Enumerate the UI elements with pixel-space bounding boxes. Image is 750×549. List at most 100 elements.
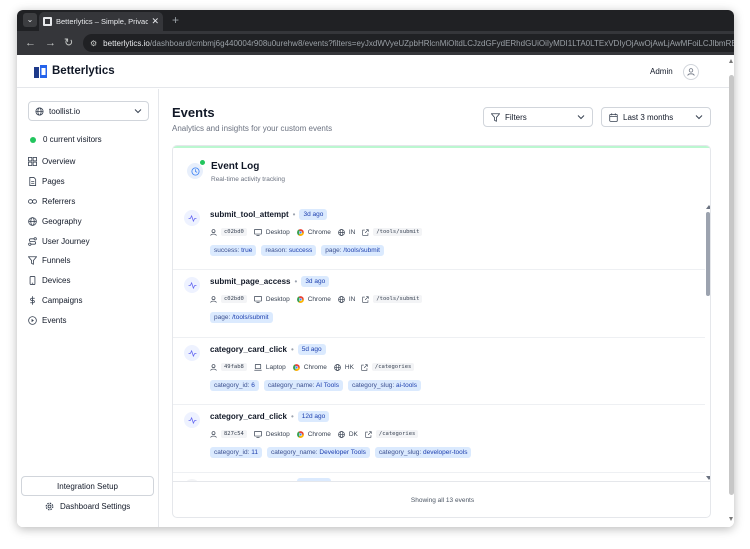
- filters-button[interactable]: Filters: [483, 107, 593, 127]
- address-bar: ← → ↻ ⚙ betterlytics.io/dashboard/cmbmj6…: [17, 31, 734, 55]
- sidebar-item-pages[interactable]: Pages: [28, 172, 149, 192]
- betterlytics-logo-icon[interactable]: [34, 65, 47, 78]
- dashboard-settings-label: Dashboard Settings: [60, 502, 131, 511]
- sidebar-item-devices[interactable]: Devices: [28, 271, 149, 291]
- site-selector[interactable]: toollist.io: [28, 101, 149, 121]
- event-tag: category_name: AI Tools: [263, 380, 343, 391]
- external-link-icon: [362, 228, 369, 236]
- event-tag: category_slug: developer-tools: [374, 447, 472, 458]
- scroll-down-arrow[interactable]: [706, 476, 710, 480]
- chevron-down-icon: [695, 115, 703, 120]
- page-scroll-up-arrow[interactable]: [729, 59, 733, 63]
- brand-name[interactable]: Betterlytics: [52, 65, 115, 77]
- tag-key: category_name:: [267, 382, 315, 389]
- event-row[interactable]: category_card_click • 5d ago 49fab8 Lapt…: [173, 338, 705, 405]
- sidebar-item-campaigns[interactable]: Campaigns: [28, 291, 149, 311]
- event-row[interactable]: category_card_click • 12d ago 827c54 Des…: [173, 405, 705, 473]
- page-scrollbar[interactable]: [729, 55, 734, 527]
- event-path[interactable]: /tools/submit: [362, 228, 423, 236]
- sidebar-item-events[interactable]: Events: [28, 310, 149, 330]
- event-path[interactable]: /tools/submit: [362, 295, 423, 303]
- tag-key: category_name:: [270, 449, 318, 456]
- tag-key: category_id:: [214, 382, 250, 389]
- tag-key: page:: [214, 314, 231, 321]
- user-name: Admin: [650, 67, 673, 76]
- integration-setup-button[interactable]: Integration Setup: [21, 476, 154, 496]
- event-country: HK: [334, 364, 354, 371]
- browser-label: Chrome: [307, 228, 331, 236]
- event-device: Desktop: [254, 229, 290, 236]
- page-subtitle: Analytics and insights for your custom e…: [172, 124, 333, 133]
- browser-tab[interactable]: Betterlytics – Simple, Privacy-Fr ✕: [39, 12, 163, 31]
- forward-icon[interactable]: →: [45, 36, 56, 50]
- filters-label: Filters: [505, 112, 527, 122]
- tag-key: success:: [214, 247, 240, 254]
- event-device: Desktop: [254, 431, 290, 438]
- event-time-badge: 5d ago: [297, 344, 326, 355]
- event-tags: category_id: 11 category_name: Developer…: [210, 447, 476, 458]
- reload-icon[interactable]: ↻: [64, 36, 73, 50]
- sidebar-item-label: Campaigns: [42, 295, 83, 305]
- tab-search-button[interactable]: ⌄: [23, 13, 37, 27]
- url-field[interactable]: ⚙ betterlytics.io/dashboard/cmbmj6g44000…: [83, 34, 734, 52]
- event-tag: category_name: Developer Tools: [266, 447, 370, 458]
- event-country: IN: [338, 229, 355, 236]
- event-visitor: 827c54: [210, 430, 247, 438]
- page-scroll-down-arrow[interactable]: [729, 517, 733, 521]
- external-link-icon: [365, 430, 372, 438]
- sidebar-item-overview[interactable]: Overview: [28, 152, 149, 172]
- event-path[interactable]: /categories: [361, 363, 415, 371]
- scroll-up-arrow[interactable]: [706, 205, 710, 209]
- main-content: Events Analytics and insights for your c…: [160, 89, 729, 527]
- event-meta: 827c54 Desktop Chrome DK /categories: [210, 430, 425, 438]
- sidebar-item-funnels[interactable]: Funnels: [28, 251, 149, 271]
- tab-title: Betterlytics – Simple, Privacy-Fr: [56, 17, 149, 26]
- sidebar-item-referrers[interactable]: Referrers: [28, 192, 149, 212]
- sidebar-item-geography[interactable]: Geography: [28, 211, 149, 231]
- path-label: /tools/submit: [373, 228, 423, 236]
- page-scrollbar-thumb[interactable]: [729, 75, 734, 495]
- sidebar-item-label: Overview: [42, 157, 76, 167]
- event-header: category_card_click • 12d ago: [210, 411, 330, 422]
- visitor-id: c02bd0: [221, 295, 247, 303]
- new-tab-icon[interactable]: +: [172, 13, 179, 27]
- browser-window: ⌄ Betterlytics – Simple, Privacy-Fr ✕ + …: [17, 10, 734, 527]
- event-row[interactable]: [173, 473, 705, 481]
- event-list[interactable]: submit_tool_attempt • 3d ago c02bd0 Desk…: [173, 203, 705, 481]
- live-indicator: [30, 136, 36, 143]
- event-log-footer: Showing all 13 events: [173, 481, 710, 517]
- site-info-icon[interactable]: ⚙: [90, 39, 97, 48]
- country-label: HK: [344, 363, 354, 371]
- external-link-icon: [362, 295, 369, 303]
- user-icon: [210, 295, 217, 303]
- event-log-subtitle: Real-time activity tracking: [211, 176, 286, 183]
- sidebar-item-user-journey[interactable]: User Journey: [28, 231, 149, 251]
- event-tags: category_id: 6 category_name: AI Tools c…: [210, 380, 426, 391]
- back-icon[interactable]: ←: [25, 36, 36, 50]
- event-browser: Chrome: [296, 296, 331, 303]
- visitor-id: 49fab8: [221, 363, 247, 371]
- url-path: /dashboard/cmbmj6g440004r908u0urehw8/eve…: [149, 38, 734, 48]
- country-label: IN: [348, 295, 356, 303]
- event-row[interactable]: submit_tool_attempt • 3d ago c02bd0 Desk…: [173, 203, 705, 270]
- close-icon[interactable]: ✕: [151, 16, 159, 27]
- path-label: /categories: [375, 430, 419, 438]
- event-tag: page: /tools/submit: [210, 312, 273, 323]
- event-row[interactable]: submit_page_access • 3d ago c02bd0 Deskt…: [173, 270, 705, 338]
- avatar[interactable]: [683, 64, 699, 80]
- activity-icon: [184, 345, 200, 361]
- event-meta: c02bd0 Desktop Chrome IN /tools/submit: [210, 228, 429, 236]
- sidebar: toollist.io 0 current visitors Overview …: [17, 89, 159, 527]
- file-icon: [29, 177, 37, 187]
- monitor-icon: [254, 430, 262, 438]
- separator-dot: •: [294, 277, 298, 286]
- activity-icon: [184, 210, 200, 226]
- dashboard-settings-button[interactable]: Dashboard Settings: [45, 502, 130, 511]
- date-range-select[interactable]: Last 3 months: [601, 107, 711, 127]
- event-header: submit_tool_attempt • 3d ago: [210, 209, 328, 220]
- event-header: submit_page_access • 3d ago: [210, 276, 330, 287]
- top-bar: Betterlytics Admin: [17, 55, 729, 88]
- event-list-scrollbar[interactable]: [706, 212, 710, 296]
- event-path[interactable]: /categories: [365, 430, 419, 438]
- calendar-icon: [609, 112, 618, 122]
